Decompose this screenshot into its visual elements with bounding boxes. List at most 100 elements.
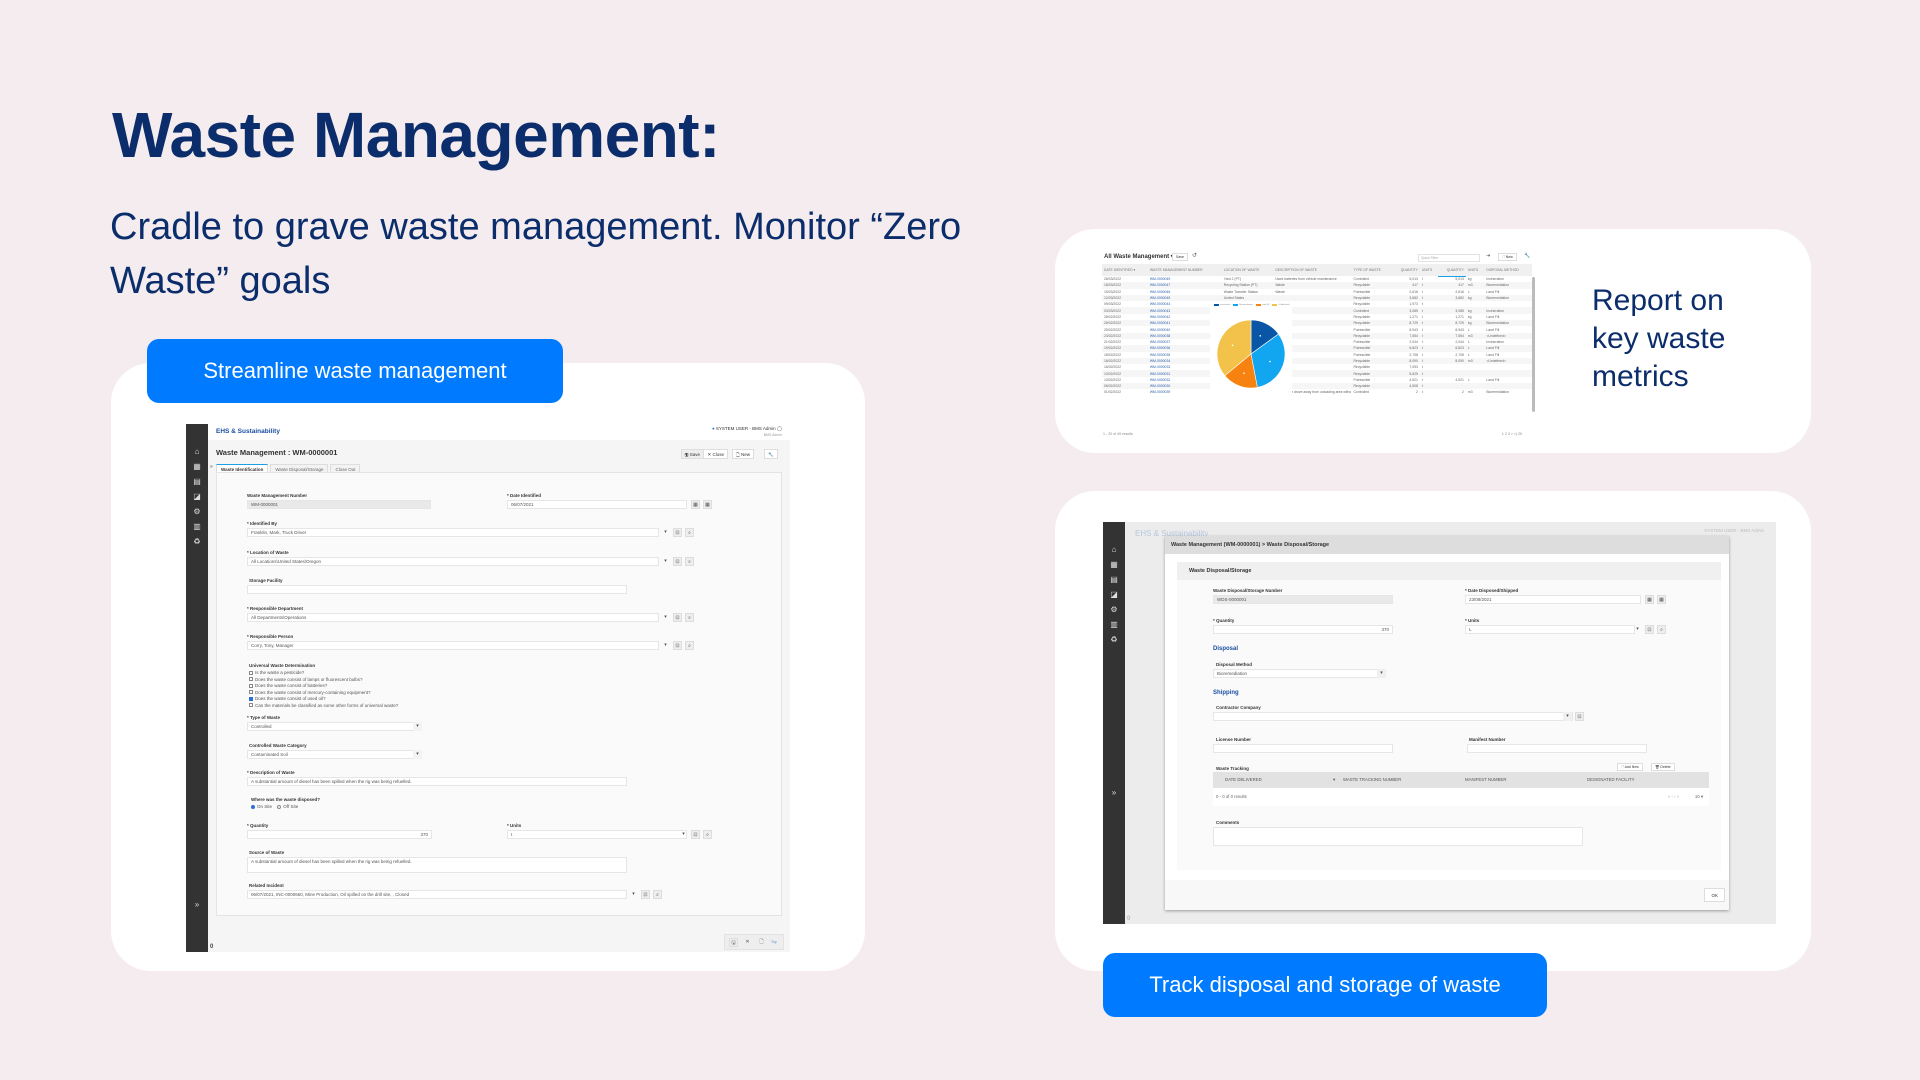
contractor-field[interactable] (1213, 712, 1573, 721)
dropdown-icon[interactable]: ▾ (661, 528, 670, 537)
column-header[interactable]: UNITS (1419, 264, 1439, 276)
settings-icon[interactable]: ⚙ (186, 504, 208, 519)
export-icon[interactable]: ⇥ (1486, 253, 1490, 259)
column-header[interactable]: DESCRIPTION OF WASTE (1273, 264, 1352, 276)
new-button[interactable]: 🗋 New (1498, 253, 1517, 261)
column-header[interactable]: QUANTITY (1438, 264, 1466, 277)
close-button[interactable]: ✕ Close (703, 449, 728, 459)
expand-sidebar-icon[interactable]: » (1103, 785, 1125, 800)
chart-icon[interactable]: ◪ (186, 489, 208, 504)
column-header[interactable]: DATE DELIVERED (1225, 772, 1262, 788)
document-icon[interactable]: ▤ (1103, 572, 1125, 587)
search-icon[interactable]: ⌕ (703, 830, 712, 839)
department-field[interactable]: All Departments\Operations (247, 613, 659, 622)
folder-icon[interactable]: ⊡ (1575, 712, 1584, 721)
table-row[interactable]: 01/02/2022WM-0000039GermanyFuel Tanker d… (1102, 389, 1532, 395)
calendar-icon[interactable]: ▦ (1645, 595, 1654, 604)
checkbox-icon[interactable] (249, 696, 253, 701)
folder-icon[interactable]: ⊡ (1645, 625, 1654, 634)
clear-date-icon[interactable]: ▦ (1657, 595, 1666, 604)
ok-button[interactable]: OK (1704, 888, 1725, 902)
dropdown-icon[interactable]: ▾ (679, 830, 688, 839)
document-icon[interactable]: ▤ (186, 474, 208, 489)
building-icon[interactable]: ▥ (1103, 617, 1125, 632)
checkbox-icon[interactable] (249, 683, 253, 688)
checkbox-icon[interactable] (249, 677, 253, 682)
dropdown-icon[interactable]: ▾ (413, 750, 422, 759)
dropdown-icon[interactable]: ▾ (1563, 712, 1572, 721)
add-new-button[interactable]: 🗋 Add New (1617, 763, 1643, 771)
tools-icon[interactable]: 🔧 (1524, 253, 1530, 259)
recycle-icon[interactable]: ♻ (1103, 632, 1125, 647)
pagination[interactable]: 1 2 3 > >| 20 (1502, 432, 1522, 436)
tools-button[interactable]: 🔧 (764, 449, 778, 459)
search-icon[interactable]: ⌕ (685, 613, 694, 622)
save-button[interactable]: 🖫 Save (680, 449, 704, 459)
search-icon[interactable]: ⌕ (685, 528, 694, 537)
license-number-field[interactable] (1213, 744, 1393, 753)
dropdown-icon[interactable]: ▾ (413, 722, 422, 731)
column-header[interactable]: DISPOSAL METHOD (1484, 264, 1532, 276)
quantity-field[interactable]: 370 (1213, 625, 1393, 634)
collapse-icon[interactable]: » (210, 464, 213, 470)
waste-category-select[interactable]: Contaminated Soil (247, 750, 422, 759)
date-disposed-field[interactable]: 23/08/2021 (1465, 595, 1641, 604)
legend-item[interactable]: Land Fill (1255, 304, 1269, 306)
settings-icon[interactable]: ⚙ (1103, 602, 1125, 617)
radio-on-site[interactable]: On Site (251, 804, 272, 809)
reset-icon[interactable]: ↺ (1192, 252, 1197, 259)
home-icon[interactable]: ⌂ (186, 444, 208, 459)
clear-date-icon[interactable]: ▦ (703, 500, 712, 509)
dropdown-icon[interactable]: ▾ (661, 613, 670, 622)
save-icon[interactable]: 🖫 (729, 938, 738, 947)
search-icon[interactable]: ⌕ (685, 641, 694, 650)
storage-facility-field[interactable] (247, 585, 627, 594)
column-header[interactable]: LOCATION OF WASTE (1221, 264, 1274, 276)
user-menu[interactable]: ● SYSTEM USER - BMS Admin ◯ BMS Admin (712, 426, 782, 437)
legend-item[interactable]: Bioremediation (1233, 304, 1253, 306)
pager-arrows[interactable]: « ‹ › » (1668, 788, 1679, 806)
column-header[interactable]: QUANTITY (1392, 264, 1420, 276)
type-of-waste-select[interactable]: Controlled (247, 722, 422, 731)
date-identified-field[interactable]: 06/07/2021 (507, 500, 687, 509)
view-selector[interactable]: All Waste Management ▾ (1104, 253, 1174, 260)
apps-grid-icon[interactable]: ▦ (186, 459, 208, 474)
new-button[interactable]: 🗋 New (732, 449, 754, 459)
sort-icon[interactable]: ▾ (1333, 772, 1335, 788)
folder-icon[interactable]: ⊡ (673, 557, 682, 566)
recycle-icon[interactable]: ♻ (186, 534, 208, 549)
chart-icon[interactable]: ◪ (1103, 587, 1125, 602)
checkbox-icon[interactable] (249, 703, 253, 708)
search-icon[interactable]: ⌕ (685, 557, 694, 566)
folder-icon[interactable]: ⊡ (673, 613, 682, 622)
units-field[interactable]: t (507, 830, 687, 839)
checkbox-icon[interactable] (249, 670, 253, 675)
column-header[interactable]: TYPE OF WASTE (1351, 264, 1393, 276)
new-icon[interactable]: 🗋 (757, 938, 766, 947)
top-link[interactable]: Top (771, 940, 777, 944)
radio-off-site[interactable]: Off Site (277, 804, 298, 809)
close-icon[interactable]: ✕ (743, 938, 752, 947)
building-icon[interactable]: ▥ (186, 519, 208, 534)
uwd-checkbox[interactable]: Can the materials be classified as some … (249, 703, 398, 710)
disposal-method-select[interactable]: Bioremediation (1213, 669, 1385, 678)
folder-icon[interactable]: ⊡ (673, 641, 682, 650)
quantity-field[interactable]: 370 (247, 830, 432, 839)
units-field[interactable]: L (1465, 625, 1635, 634)
column-header[interactable]: DESIGNATED FACILITY (1587, 772, 1634, 788)
comments-field[interactable] (1213, 827, 1583, 846)
related-incident-field[interactable]: 06/07/2021, INC-0000660, Mine Production… (247, 890, 627, 899)
dropdown-icon[interactable]: ▾ (629, 890, 638, 899)
dropdown-icon[interactable]: ▾ (1633, 625, 1642, 634)
expand-sidebar-icon[interactable]: » (186, 897, 208, 912)
dropdown-icon[interactable]: ▾ (661, 557, 670, 566)
dropdown-icon[interactable]: ▾ (661, 641, 670, 650)
source-field[interactable]: A substantial amount of diesel has been … (247, 857, 627, 873)
page-size-select[interactable]: 10 ▾ (1695, 788, 1703, 806)
avatar-icon[interactable]: ◯ (777, 426, 782, 431)
location-field[interactable]: All Locations\United States\Oregon (247, 557, 659, 566)
legend-item[interactable]: Incineration (1214, 304, 1230, 306)
notification-icon[interactable]: ● (712, 426, 715, 431)
folder-icon[interactable]: ⊡ (673, 528, 682, 537)
delete-button[interactable]: 🗑 Delete (1651, 763, 1675, 771)
